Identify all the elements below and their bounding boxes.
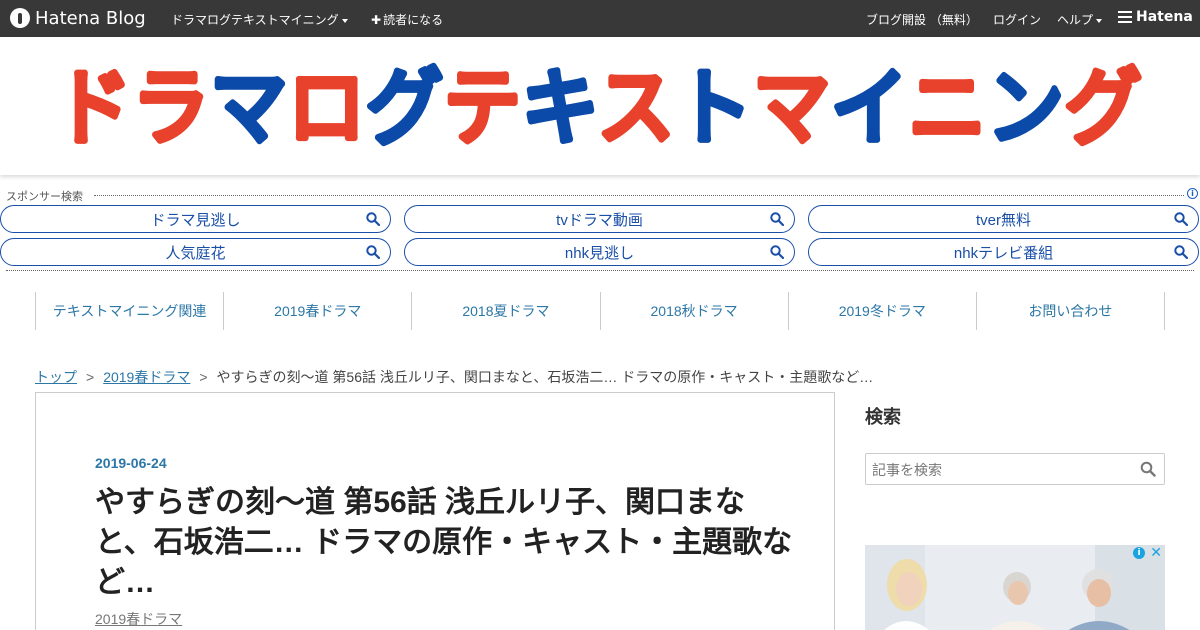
blog-title-char: ニ — [908, 59, 986, 157]
category-nav: テキストマイニング関連 2019春ドラマ 2018夏ドラマ 2018秋ドラマ 2… — [35, 292, 1166, 330]
hatena-logo-text: Hatena — [1136, 9, 1193, 25]
sponsor-search-pill-label: tvドラマ動画 — [556, 211, 643, 229]
article-category-link[interactable]: 2019春ドラマ — [95, 609, 182, 629]
blog-title-char: マ — [210, 59, 288, 157]
sponsor-search-pill-label: tver無料 — [975, 211, 1031, 229]
blog-name-menu[interactable]: ドラマログテキストマイニング — [171, 11, 348, 28]
hatena-blog-logo[interactable]: Hatena Blog — [10, 7, 146, 29]
blog-header-banner[interactable]: ドラマログテキストマイニング — [0, 37, 1200, 175]
breadcrumb: トップ >2019春ドラマ > やすらぎの刻～道 第56話 浅丘ルリ子、関口まなと、石… — [35, 367, 873, 387]
sponsor-search-pill[interactable]: nhk見逃し — [404, 238, 795, 266]
subscribe-label: 読者になる — [383, 13, 444, 27]
article-card: 2019-06-24 やすらぎの刻～道 第56話 浅丘ルリ子、関口まなと、石坂浩… — [35, 392, 835, 630]
sponsor-search-pill[interactable]: 人気庭花 — [0, 238, 391, 266]
search-icon[interactable] — [1140, 461, 1156, 477]
nav-item-contact[interactable]: お問い合わせ — [977, 292, 1166, 330]
breadcrumb-current: やすらぎの刻～道 第56話 浅丘ルリ子、関口まなと、石坂浩二… ドラマの原作・キ… — [216, 369, 874, 385]
blog-title-char: ン — [986, 59, 1064, 157]
hatena-global-header: Hatena Blog ドラマログテキストマイニング ✚ 読者になる ブログ開設 … — [0, 0, 1200, 37]
blog-title-char: ラ — [132, 59, 210, 157]
sponsor-search-pill-label: nhkテレビ番組 — [953, 244, 1054, 262]
blog-title-char: ス — [597, 59, 675, 157]
hatena-blog-logo-icon — [10, 8, 30, 28]
info-icon[interactable]: i — [1187, 188, 1198, 199]
search-icon — [770, 245, 784, 259]
divider — [94, 195, 1184, 196]
search-icon — [1174, 212, 1188, 226]
search-icon — [770, 212, 784, 226]
breadcrumb-separator: > — [86, 369, 95, 385]
ad-info-icon[interactable]: i — [1133, 547, 1145, 559]
blog-title-char: ロ — [288, 59, 366, 157]
blog-title-char: イ — [830, 59, 908, 157]
hatena-blog-logo-text: Hatena Blog — [35, 7, 146, 29]
ad-image — [865, 545, 1165, 630]
blog-title-char: グ — [366, 59, 444, 157]
sponsor-search-pill-label: nhk見逃し — [564, 244, 635, 262]
article-title[interactable]: やすらぎの刻～道 第56話 浅丘ルリ子、関口まなと、石坂浩二… ドラマの原作・キ… — [95, 483, 795, 603]
nav-item-2018-summer[interactable]: 2018夏ドラマ — [412, 292, 601, 330]
sponsor-search-pill-label: ドラマ見逃し — [150, 211, 241, 229]
blog-title-char: ド — [54, 59, 132, 157]
ad-banner[interactable]: i ✕ — [865, 545, 1165, 630]
sponsor-search-pill[interactable]: tvドラマ動画 — [404, 205, 795, 233]
plus-icon: ✚ — [371, 13, 382, 27]
sponsor-search-pill[interactable]: nhkテレビ番組 — [808, 238, 1199, 266]
article-date[interactable]: 2019-06-24 — [95, 455, 167, 471]
breadcrumb-category-link[interactable]: 2019春ドラマ — [103, 369, 190, 385]
sidebar-search-box — [865, 453, 1165, 485]
sponsor-search-label: スポンサー検索 — [6, 190, 87, 203]
search-icon — [366, 212, 380, 226]
sponsor-search-pill-label: 人気庭花 — [165, 244, 226, 262]
nav-item-2018-autumn[interactable]: 2018秋ドラマ — [601, 292, 789, 330]
nav-item-text-mining[interactable]: テキストマイニング関連 — [36, 292, 225, 330]
blog-title-char: ト — [675, 59, 753, 157]
hatena-mark-icon — [1118, 11, 1132, 23]
hatena-logo[interactable]: Hatena — [1118, 9, 1193, 25]
subscribe-button[interactable]: ✚ 読者になる — [371, 11, 443, 28]
search-icon — [1174, 245, 1188, 259]
divider — [6, 270, 1194, 271]
sponsor-search-header: スポンサー検索 i — [6, 188, 1198, 203]
breadcrumb-top-link[interactable]: トップ — [35, 369, 77, 385]
blog-title-char: キ — [521, 59, 597, 157]
blog-title-text: ドラマログテキストマイニング — [54, 59, 1142, 157]
sponsor-search-pill[interactable]: ドラマ見逃し — [0, 205, 391, 233]
breadcrumb-separator: > — [199, 369, 208, 385]
nav-item-2019-winter[interactable]: 2019冬ドラマ — [789, 292, 977, 330]
sidebar-search-title: 検索 — [865, 407, 901, 427]
nav-item-2019-spring[interactable]: 2019春ドラマ — [224, 292, 413, 330]
blog-title-char: テ — [443, 59, 521, 157]
open-blog-link[interactable]: ブログ開設 （無料） — [866, 11, 978, 28]
blog-title-char: マ — [753, 59, 831, 157]
search-input[interactable] — [872, 458, 1132, 482]
sponsor-search-pill[interactable]: tver無料 — [808, 205, 1199, 233]
search-icon — [366, 245, 380, 259]
blog-title-char: グ — [1064, 59, 1142, 157]
blog-title-logo: ドラマログテキストマイニング — [52, 57, 1144, 159]
help-menu[interactable]: ヘルプ — [1057, 11, 1102, 28]
login-link[interactable]: ログイン — [993, 11, 1041, 28]
ad-close-icon[interactable]: ✕ — [1150, 545, 1162, 561]
